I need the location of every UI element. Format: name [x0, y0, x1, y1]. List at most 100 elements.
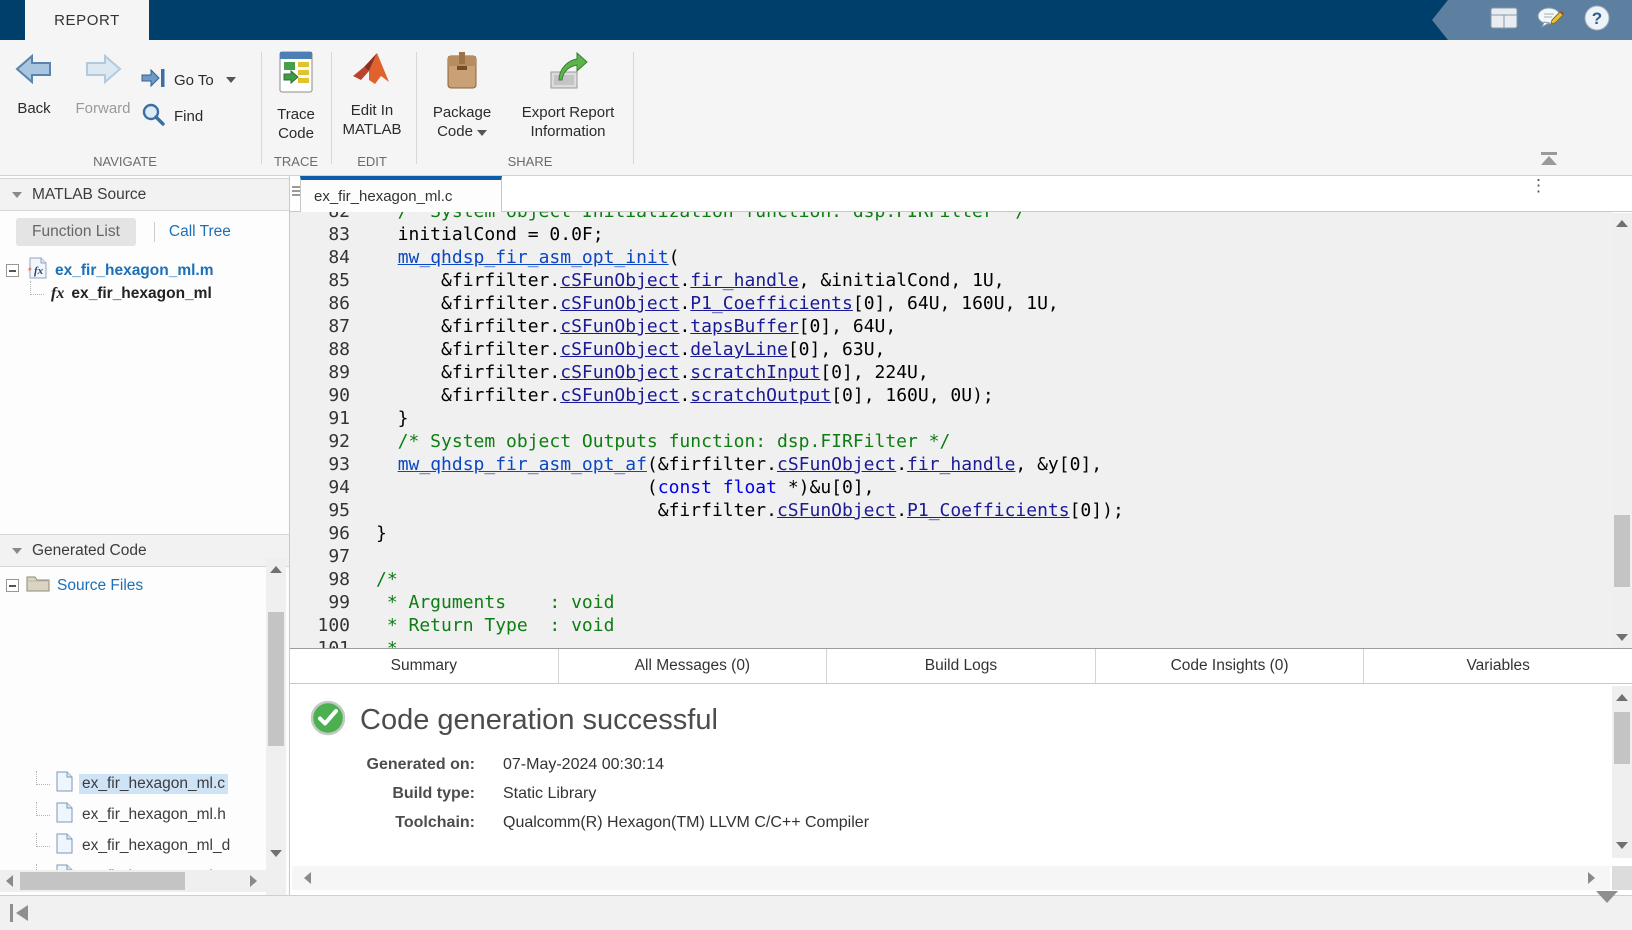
generated-file-item[interactable]: ex_fir_hexagon_ml.h: [0, 799, 262, 830]
tree-elbow: [36, 802, 50, 816]
scroll-down-arrow[interactable]: [1616, 842, 1628, 849]
bottom-tab-all-messages[interactable]: All Messages (0): [559, 649, 828, 683]
code-link[interactable]: P1_Coefficients: [907, 500, 1070, 521]
sidebar-vscroll-thumb[interactable]: [268, 612, 284, 746]
tab-function-list[interactable]: Function List: [16, 218, 136, 246]
matlab-source-header[interactable]: MATLAB Source: [0, 178, 289, 211]
section-label-trace: TRACE: [266, 154, 326, 169]
back-button[interactable]: Back: [6, 50, 62, 118]
scroll-down-arrow[interactable]: [1616, 634, 1628, 641]
summary-field-row: Generated on:07-May-2024 00:30:14: [310, 756, 664, 774]
bottom-tab-code-insights[interactable]: Code Insights (0): [1096, 649, 1365, 683]
generated-file-item[interactable]: ex_fir_hexagon_ml.c: [0, 768, 262, 799]
code-token: *: [376, 638, 398, 648]
help-icon[interactable]: ?: [1584, 5, 1610, 36]
forward-button[interactable]: Forward: [70, 50, 136, 118]
line-number: 91: [290, 407, 350, 430]
code-link[interactable]: cSFunObject: [777, 454, 896, 475]
collapse-panel-icon[interactable]: [1596, 903, 1618, 921]
tree-elbow: [30, 281, 44, 295]
editor-tab-ex-fir-hexagon-ml-c[interactable]: ex_fir_hexagon_ml.c: [300, 176, 502, 212]
code-link[interactable]: P1_Coefficients: [690, 293, 853, 314]
code-link[interactable]: scratchOutput: [690, 385, 831, 406]
code-link[interactable]: cSFunObject: [560, 293, 679, 314]
scroll-up-arrow[interactable]: [1616, 694, 1628, 701]
code-link[interactable]: cSFunObject: [560, 270, 679, 291]
find-button[interactable]: Find: [140, 102, 203, 130]
scroll-right-arrow[interactable]: [1588, 872, 1595, 884]
generated-code-header[interactable]: Generated Code: [0, 534, 289, 567]
line-number: 85: [290, 269, 350, 292]
tab-divider: [154, 222, 155, 242]
code-line: 96}: [290, 522, 1612, 545]
scroll-down-arrow[interactable]: [270, 850, 282, 857]
scroll-left-arrow[interactable]: [304, 872, 311, 884]
code-token: /*: [376, 569, 398, 590]
function-name[interactable]: ex_fir_hexagon_ml: [71, 285, 211, 303]
summary-hscrollbar[interactable]: [292, 866, 1610, 890]
collapse-ribbon-button[interactable]: [1538, 152, 1560, 165]
code-link[interactable]: fir_handle: [690, 270, 798, 291]
bottom-tab-variables[interactable]: Variables: [1364, 649, 1632, 683]
code-link[interactable]: cSFunObject: [560, 339, 679, 360]
tab-call-tree[interactable]: Call Tree: [169, 223, 231, 241]
trace-code-button[interactable]: Trace Code: [266, 50, 326, 143]
layout-grid-icon[interactable]: [1490, 7, 1518, 34]
code-lines: 82 /* System object Initialization funct…: [290, 212, 1612, 648]
tab-report[interactable]: REPORT: [25, 0, 149, 40]
code-text: &firfilter.cSFunObject.scratchInput[0], …: [376, 361, 929, 384]
code-link[interactable]: scratchInput: [690, 362, 820, 383]
code-token: .: [679, 316, 690, 337]
file-name: ex_fir_hexagon_ml.c: [79, 774, 228, 794]
code-line: 92 /* System object Outputs function: ds…: [290, 430, 1612, 453]
code-line: 100 * Return Type : void: [290, 614, 1612, 637]
collapse-sidebar-icon[interactable]: [10, 904, 32, 922]
go-to-caret-icon: [226, 77, 236, 83]
summary-status-title: Code generation successful: [360, 704, 718, 737]
file-name: ex_fir_hexagon_ml.h: [79, 805, 229, 825]
tree-node-function[interactable]: fx ex_fir_hexagon_ml: [30, 285, 212, 303]
code-link[interactable]: cSFunObject: [777, 500, 896, 521]
package-code-button[interactable]: Package Code: [424, 50, 500, 141]
code-link[interactable]: cSFunObject: [560, 385, 679, 406]
code-token: (&firfilter.: [647, 454, 777, 475]
summary-vscroll-thumb[interactable]: [1614, 712, 1630, 764]
code-line: 97: [290, 545, 1612, 568]
line-number: 87: [290, 315, 350, 338]
source-files-label[interactable]: Source Files: [57, 577, 143, 595]
code-link[interactable]: tapsBuffer: [690, 316, 798, 337]
tree-elbow: [36, 771, 50, 785]
export-report-button[interactable]: Export Report Information: [508, 50, 628, 141]
code-link[interactable]: cSFunObject: [560, 316, 679, 337]
code-token: [0], 64U,: [799, 316, 897, 337]
ribbon-separator: [416, 52, 417, 164]
code-link[interactable]: mw_qhdsp_fir_asm_opt_init: [398, 247, 669, 268]
go-to-button[interactable]: Go To: [140, 66, 236, 94]
sidebar-hscroll-thumb[interactable]: [20, 872, 185, 890]
code-link[interactable]: cSFunObject: [560, 362, 679, 383]
code-token: (: [376, 477, 658, 498]
editor-vscroll-thumb[interactable]: [1614, 515, 1630, 587]
find-icon: [140, 102, 166, 130]
edit-in-matlab-button[interactable]: Edit In MATLAB: [336, 50, 408, 139]
code-token: &firfilter.: [376, 293, 560, 314]
tab-drag-handle-icon[interactable]: [292, 186, 300, 198]
scroll-up-arrow[interactable]: [1616, 220, 1628, 227]
code-line: 84 mw_qhdsp_fir_asm_opt_init(: [290, 246, 1612, 269]
collapse-node-icon[interactable]: [6, 579, 19, 592]
code-link[interactable]: fir_handle: [907, 454, 1015, 475]
tab-options-kebab-icon[interactable]: ⋮: [1530, 182, 1544, 190]
bottom-tab-summary[interactable]: Summary: [290, 649, 559, 683]
scroll-up-arrow[interactable]: [270, 566, 282, 573]
matlab-file-name[interactable]: ex_fir_hexagon_ml.m: [55, 262, 214, 280]
collapse-node-icon[interactable]: [6, 264, 19, 277]
bottom-tab-build-logs[interactable]: Build Logs: [827, 649, 1096, 683]
scroll-right-arrow[interactable]: [250, 875, 257, 887]
code-link[interactable]: mw_qhdsp_fir_asm_opt_af: [398, 454, 647, 475]
feedback-icon[interactable]: [1536, 6, 1566, 35]
scroll-left-arrow[interactable]: [6, 875, 13, 887]
generated-file-item[interactable]: ex_fir_hexagon_ml_d: [0, 830, 262, 861]
tree-node-source-files[interactable]: Source Files: [6, 574, 143, 597]
code-link[interactable]: delayLine: [690, 339, 788, 360]
code-token: &firfilter.: [376, 339, 560, 360]
